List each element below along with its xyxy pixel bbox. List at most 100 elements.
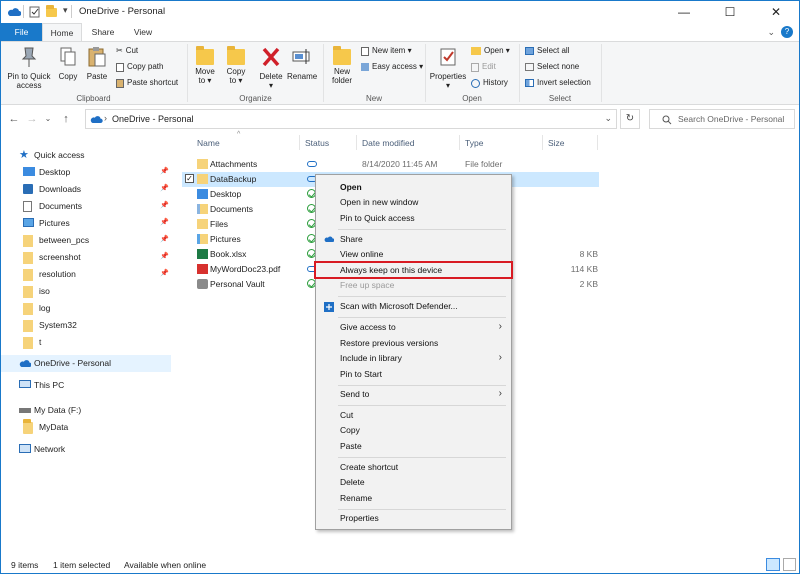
nav-quick-item[interactable]: resolution 📌 xyxy=(1,266,171,283)
menu-label: Pin to Quick access xyxy=(340,213,415,223)
search-box[interactable]: Search OneDrive - Personal xyxy=(649,109,795,129)
back-arrow-icon[interactable]: ← xyxy=(7,112,21,126)
expand-ribbon-icon[interactable]: ⌄ xyxy=(767,27,775,38)
properties-quick-icon[interactable] xyxy=(29,6,41,18)
tab-file[interactable]: File xyxy=(1,23,42,41)
nav-quick-item[interactable]: Downloads 📌 xyxy=(1,181,171,198)
properties-button[interactable]: Properties ▾ xyxy=(429,46,467,90)
nav-my-data-drive[interactable]: My Data (F:) xyxy=(1,402,171,419)
new-folder-icon xyxy=(333,46,351,65)
nav-quick-item[interactable]: Pictures 📌 xyxy=(1,215,171,232)
up-arrow-icon[interactable]: ↑ xyxy=(59,112,73,126)
invert-selection-button[interactable]: Invert selection xyxy=(525,76,591,90)
nav-network[interactable]: Network xyxy=(1,441,171,458)
folder-pic-icon xyxy=(197,234,208,244)
nav-quick-item[interactable]: log xyxy=(1,300,171,317)
menu-item-pin-start[interactable]: Pin to Start xyxy=(318,367,510,382)
nav-quick-item[interactable]: between_pcs 📌 xyxy=(1,232,171,249)
nav-quick-item[interactable]: t xyxy=(1,334,171,351)
row-checkbox[interactable]: ✓ xyxy=(185,174,194,183)
menu-item-free-up-space[interactable]: Free up space xyxy=(318,278,510,293)
help-icon[interactable]: ? xyxy=(781,26,793,38)
address-path[interactable]: OneDrive - Personal xyxy=(112,114,194,124)
menu-item-pin-quick-access[interactable]: Pin to Quick access xyxy=(318,211,510,226)
select-none-button[interactable]: Select none xyxy=(525,60,579,74)
nav-quick-item[interactable]: Desktop 📌 xyxy=(1,164,171,181)
menu-item-paste[interactable]: Paste xyxy=(318,439,510,454)
menu-item-rename[interactable]: Rename xyxy=(318,491,510,506)
nav-quick-item[interactable]: iso xyxy=(1,283,171,300)
column-divider[interactable] xyxy=(356,135,357,150)
nav-onedrive[interactable]: OneDrive - Personal xyxy=(1,355,171,372)
new-folder-quick-icon[interactable] xyxy=(46,5,57,17)
address-dropdown-icon[interactable]: ⌄ xyxy=(604,113,612,124)
nav-quick-access[interactable]: ★ Quick access xyxy=(1,147,171,164)
details-view-icon[interactable] xyxy=(766,558,780,571)
refresh-button[interactable]: ↻ xyxy=(620,109,640,129)
file-row[interactable]: Attachments 8/14/2020 11:45 AM File folder xyxy=(182,157,598,172)
nav-this-pc[interactable]: This PC xyxy=(1,377,171,394)
download-icon xyxy=(23,184,33,194)
new-folder-button[interactable]: New folder xyxy=(327,46,357,85)
close-button[interactable]: ✕ xyxy=(753,1,799,23)
copy-path-button[interactable]: Copy path xyxy=(116,60,163,74)
delete-button[interactable]: Delete ▾ xyxy=(256,46,286,90)
menu-item-scan-defender[interactable]: Scan with Microsoft Defender... xyxy=(318,299,510,314)
column-header-name[interactable]: Name xyxy=(197,138,220,148)
column-header-type[interactable]: Type xyxy=(465,138,483,148)
move-to-button[interactable]: Move to ▾ xyxy=(191,46,219,85)
menu-item-send-to[interactable]: Send to › xyxy=(318,387,510,402)
pin-icon: 📌 xyxy=(160,270,169,277)
maximize-button[interactable]: ☐ xyxy=(707,1,753,23)
large-icons-view-icon[interactable] xyxy=(783,558,796,571)
column-divider[interactable] xyxy=(542,135,543,150)
tab-share[interactable]: Share xyxy=(84,23,122,41)
column-header-size[interactable]: Size xyxy=(548,138,565,148)
menu-item-create-shortcut[interactable]: Create shortcut xyxy=(318,460,510,475)
nav-quick-item[interactable]: Documents 📌 xyxy=(1,198,171,215)
menu-item-give-access[interactable]: Give access to › xyxy=(318,320,510,335)
menu-item-restore-versions[interactable]: Restore previous versions xyxy=(318,336,510,351)
column-divider[interactable] xyxy=(459,135,460,150)
open-button[interactable]: Open ▾ xyxy=(471,44,510,58)
breadcrumb-chevron-icon[interactable]: › xyxy=(104,113,107,123)
customize-quick-access-icon[interactable]: ▾ xyxy=(63,5,68,16)
sort-ascending-icon: ^ xyxy=(237,131,241,138)
menu-item-open[interactable]: Open xyxy=(318,180,510,195)
edit-button[interactable]: Edit xyxy=(471,60,496,74)
paste-button[interactable]: Paste xyxy=(83,46,111,81)
menu-item-open-new-window[interactable]: Open in new window xyxy=(318,195,510,210)
select-all-button[interactable]: Select all xyxy=(525,44,569,58)
recent-locations-icon[interactable]: ⌄ xyxy=(41,112,55,126)
paste-shortcut-button[interactable]: Paste shortcut xyxy=(116,76,178,90)
tab-home[interactable]: Home xyxy=(42,23,82,42)
column-header-date[interactable]: Date modified xyxy=(362,138,414,148)
nav-quick-item[interactable]: System32 xyxy=(1,317,171,334)
pin-to-quick-access-button[interactable]: Pin to Quick access xyxy=(5,46,53,90)
column-divider[interactable] xyxy=(597,135,598,150)
copy-to-button[interactable]: Copy to ▾ xyxy=(222,46,250,85)
nav-quick-item[interactable]: screenshot 📌 xyxy=(1,249,171,266)
new-item-button[interactable]: New item ▾ xyxy=(361,44,412,58)
menu-item-share[interactable]: Share xyxy=(318,232,510,247)
forward-arrow-icon[interactable]: → xyxy=(25,112,39,126)
menu-item-cut[interactable]: Cut xyxy=(318,408,510,423)
minimize-button[interactable]: — xyxy=(661,1,707,23)
nav-mydata-folder[interactable]: MyData xyxy=(1,419,171,436)
cut-button[interactable]: ✂ Cut xyxy=(116,44,138,58)
rename-button[interactable]: Rename xyxy=(287,46,317,81)
column-divider[interactable] xyxy=(299,135,300,150)
menu-item-copy[interactable]: Copy xyxy=(318,423,510,438)
copy-button[interactable]: Copy xyxy=(55,46,81,81)
menu-item-include-library[interactable]: Include in library › xyxy=(318,351,510,366)
menu-item-delete[interactable]: Delete xyxy=(318,475,510,490)
menu-item-view-online[interactable]: View online xyxy=(318,247,510,262)
address-bar[interactable]: › OneDrive - Personal ⌄ xyxy=(85,109,617,129)
tab-view[interactable]: View xyxy=(122,23,164,41)
easy-access-button[interactable]: Easy access ▾ xyxy=(361,60,423,74)
column-header-status[interactable]: Status xyxy=(305,138,329,148)
pictures-icon xyxy=(23,218,34,227)
history-button[interactable]: History xyxy=(471,76,508,90)
file-name: Pictures xyxy=(210,234,241,244)
menu-item-properties[interactable]: Properties xyxy=(318,511,510,526)
